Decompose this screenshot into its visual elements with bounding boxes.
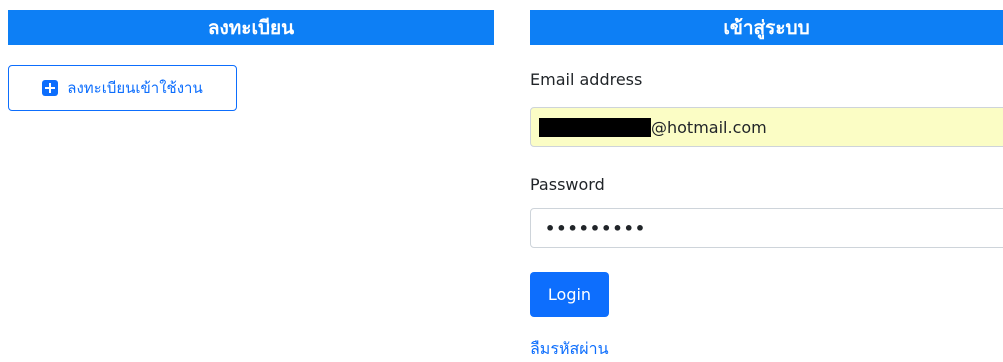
register-panel-header: ลงทะเบียน bbox=[8, 10, 494, 45]
email-label: Email address bbox=[530, 70, 643, 89]
password-mask: ••••••••• bbox=[545, 218, 647, 238]
password-label: Password bbox=[530, 175, 605, 194]
forgot-password-link[interactable]: ลืมรหัสผ่าน bbox=[530, 337, 609, 362]
login-panel-header: เข้าสู่ระบบ bbox=[530, 10, 1003, 45]
register-button-label: ลงทะเบียนเข้าใช้งาน bbox=[67, 79, 203, 97]
email-field[interactable]: @hotmail.com bbox=[530, 107, 1003, 147]
email-value: @hotmail.com bbox=[651, 117, 767, 137]
register-button[interactable]: ลงทะเบียนเข้าใช้งาน bbox=[8, 65, 237, 111]
register-panel-title: ลงทะเบียน bbox=[207, 16, 295, 39]
login-panel-title: เข้าสู่ระบบ bbox=[723, 16, 810, 39]
redaction-bar bbox=[539, 117, 651, 137]
plus-square-icon bbox=[42, 80, 59, 96]
login-button[interactable]: Login bbox=[530, 272, 609, 317]
password-field[interactable]: ••••••••• bbox=[530, 208, 1003, 248]
auth-page: ลงทะเบียน ลงทะเบียนเข้าใช้งาน เข้าสู่ระบ… bbox=[0, 0, 1003, 362]
